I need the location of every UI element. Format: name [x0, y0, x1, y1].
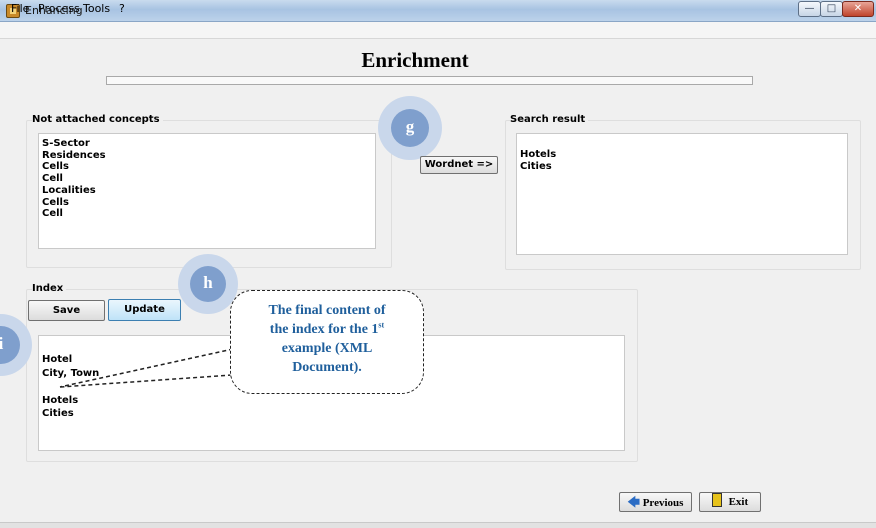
exit-button[interactable]: Exit [699, 492, 761, 512]
previous-label: Previous [642, 497, 684, 509]
previous-button[interactable]: 🡄 Previous [619, 492, 692, 512]
exit-door-icon [711, 493, 722, 507]
callout-line: Document). [292, 360, 362, 375]
callout-bubble: The final content of the index for the 1… [230, 290, 424, 394]
bottom-edge [0, 522, 876, 528]
callout-line: The final content of [268, 303, 386, 318]
callout-line: example (XML [281, 341, 373, 356]
arrow-left-icon: 🡄 [627, 495, 640, 509]
exit-label: Exit [728, 496, 749, 508]
callout-line: the index for the 1st [269, 320, 385, 337]
callout-pointer [59, 348, 234, 388]
